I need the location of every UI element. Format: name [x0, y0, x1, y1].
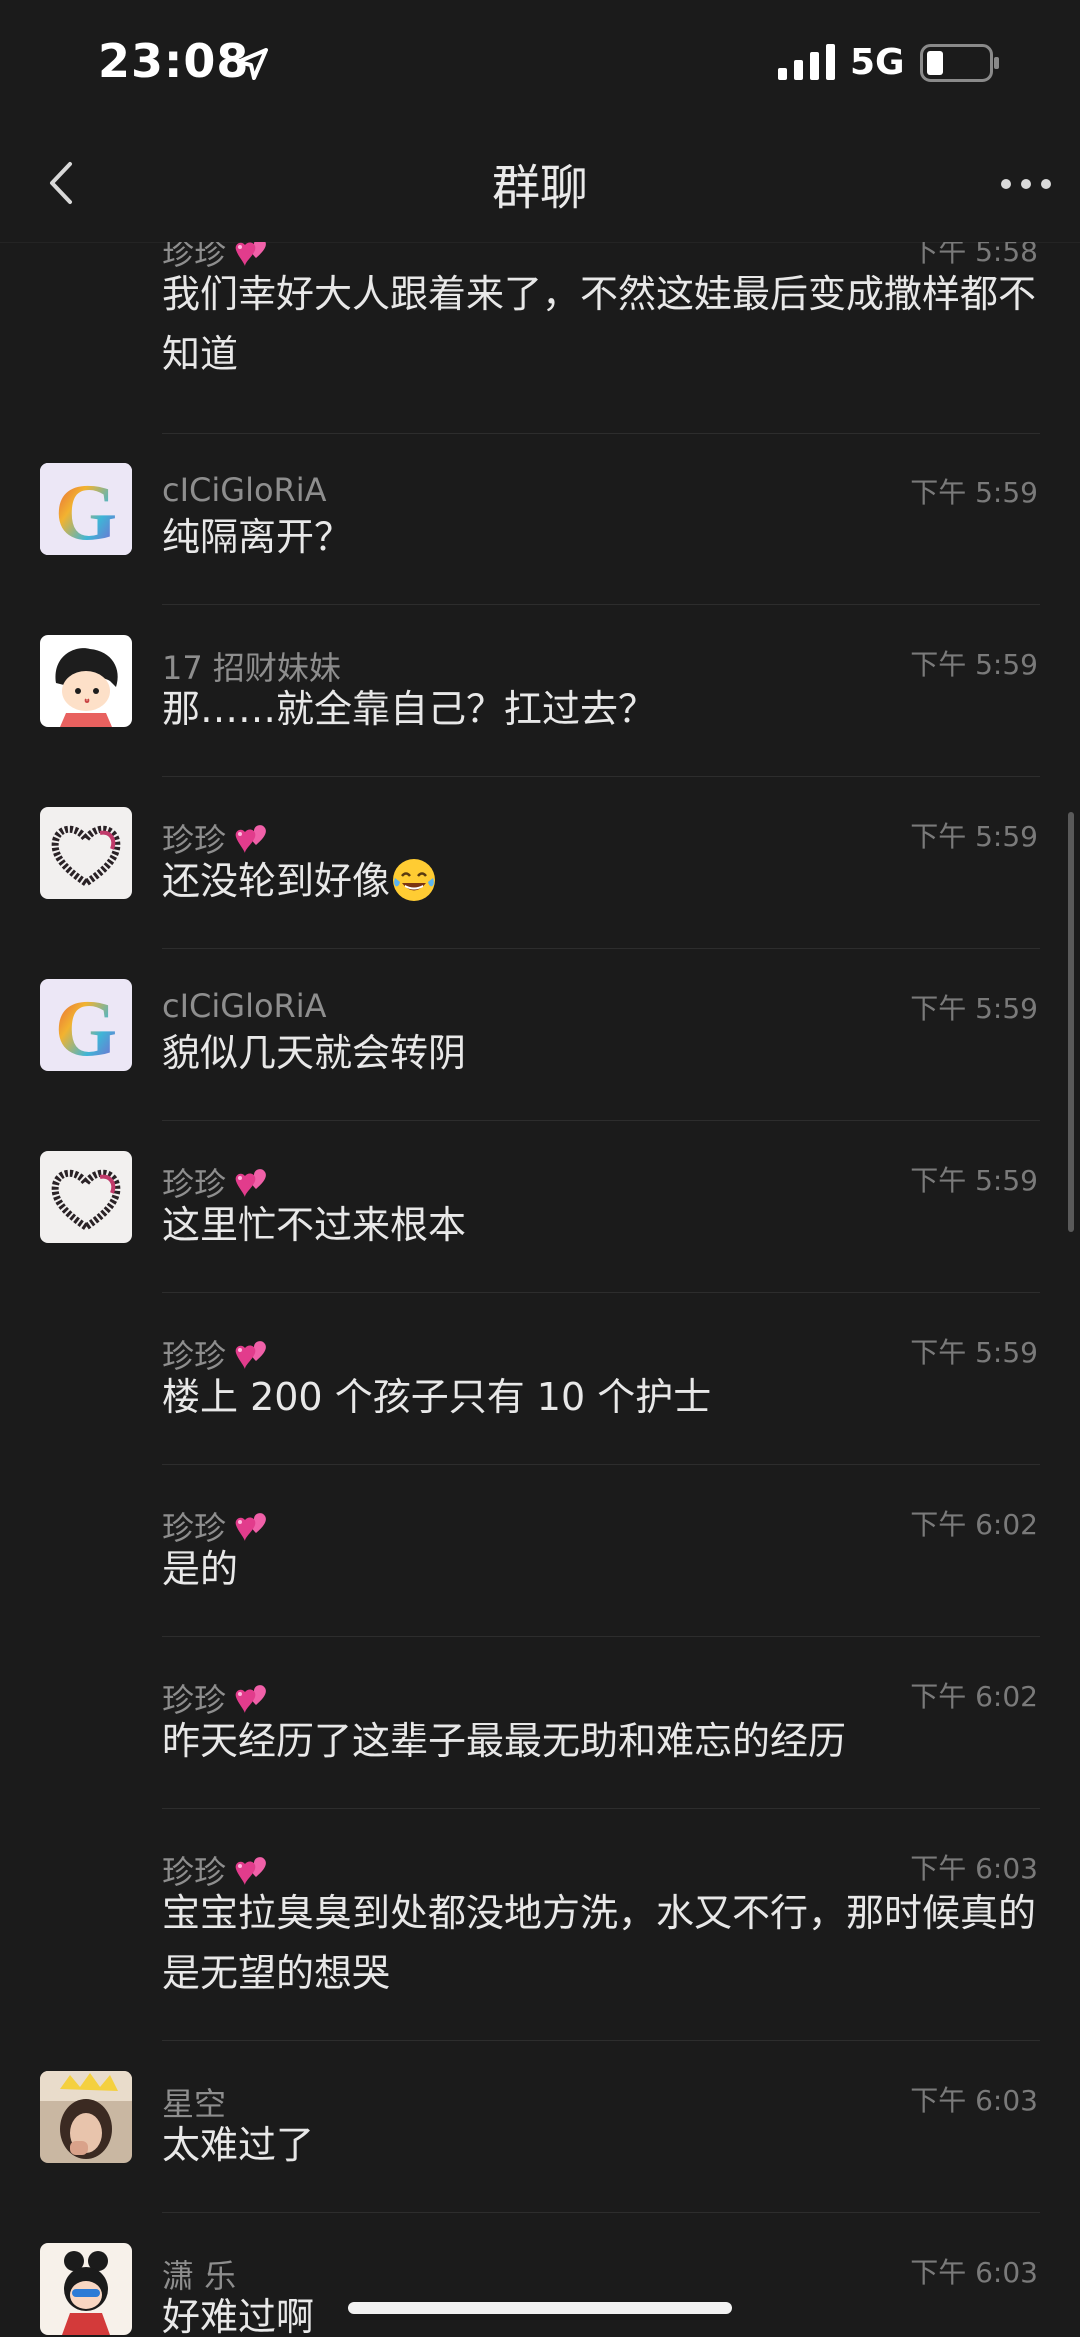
svg-text:G: G: [55, 469, 117, 555]
message-time: 下午 5:59: [910, 1164, 1038, 1197]
location-arrow-icon: [236, 48, 268, 80]
message-text: 是的: [162, 1547, 239, 1591]
sender-name: cICiGloRiA: [162, 987, 327, 1025]
message-text: 我们幸好大人跟着来了，不然这娃最后变成撒样都不知道: [162, 272, 1037, 376]
message-item[interactable]: G cICiGloRiA 下午 5:59 纯隔离开？: [0, 433, 1080, 605]
heart-avatar: [40, 807, 132, 899]
message-list[interactable]: 珍珍 下午 5:58 我们幸好大人跟着来了，不然这娃最后变成撒样都不知道 G c…: [0, 242, 1080, 2337]
avatar[interactable]: [40, 2071, 132, 2163]
avatar[interactable]: [40, 1151, 132, 1243]
message-time: 下午 5:59: [910, 820, 1038, 853]
cartoon-girl-avatar: [40, 635, 132, 727]
chat-screen: 23:08 5G 群聊 珍珍 下午 5:58 我们幸好大人跟着来了，不然这娃最后…: [0, 0, 1080, 2337]
letter-g-avatar: G: [40, 979, 132, 1071]
cartoon-child-avatar: [40, 2243, 132, 2335]
tears-of-joy-emoji-icon: [393, 859, 436, 901]
avatar[interactable]: [40, 807, 132, 899]
nav-bar: 群聊: [0, 128, 1080, 243]
message-text: 楼上 200 个孩子只有 10 个护士: [162, 1375, 712, 1419]
avatar[interactable]: [40, 635, 132, 727]
more-button[interactable]: [994, 154, 1058, 214]
message-time: 下午 6:03: [910, 2256, 1038, 2289]
message-time: 下午 6:02: [910, 1680, 1038, 1713]
message-item[interactable]: 珍珍 下午 6:02 昨天经历了这辈子最最无助和难忘的经历: [0, 1637, 1080, 1809]
photo-avatar: [40, 2071, 132, 2163]
heart-avatar: [40, 1151, 132, 1243]
message-time: 下午 6:03: [910, 1852, 1038, 1885]
message-text: 还没轮到好像: [162, 851, 1042, 911]
message-time: 下午 5:59: [910, 476, 1038, 509]
message-time: 下午 6:03: [910, 2084, 1038, 2117]
scrollbar[interactable]: [1068, 812, 1074, 1232]
sender-name: cICiGloRiA: [162, 471, 327, 509]
avatar[interactable]: G: [40, 463, 132, 555]
message-time: 下午 6:02: [910, 1508, 1038, 1541]
more-dots-icon: [1001, 179, 1051, 189]
message-text: 纯隔离开？: [162, 515, 353, 559]
message-item[interactable]: 珍珍 下午 5:58 我们幸好大人跟着来了，不然这娃最后变成撒样都不知道: [0, 242, 1080, 434]
message-item[interactable]: 17 招财妹妹 下午 5:59 那……就全靠自己？扛过去？: [0, 605, 1080, 777]
message-text: 昨天经历了这辈子最最无助和难忘的经历: [162, 1719, 847, 1763]
message-item[interactable]: 星空 下午 6:03 太难过了: [0, 2041, 1080, 2213]
status-time: 23:08: [98, 34, 250, 88]
page-title: 群聊: [491, 160, 588, 216]
message-item[interactable]: 珍珍 下午 5:59 这里忙不过来根本: [0, 1121, 1080, 1293]
svg-text:G: G: [55, 985, 117, 1071]
battery-icon: [920, 44, 999, 82]
message-time: 下午 5:59: [910, 992, 1038, 1025]
avatar[interactable]: G: [40, 979, 132, 1071]
signal-bars-icon: [778, 44, 835, 80]
message-time: 下午 5:59: [910, 1336, 1038, 1369]
message-text: 太难过了: [162, 2123, 315, 2167]
message-time: 下午 5:59: [910, 648, 1038, 681]
message-item[interactable]: 珍珍 下午 5:59 楼上 200 个孩子只有 10 个护士: [0, 1293, 1080, 1465]
message-text: 那……就全靠自己？扛过去？: [162, 687, 657, 731]
message-item[interactable]: 潇 乐 下午 6:03 好难过啊: [0, 2213, 1080, 2337]
message-item[interactable]: 珍珍 下午 6:03 宝宝拉臭臭到处都没地方洗，水又不行，那时候真的是无望的想哭: [0, 1809, 1080, 2041]
home-indicator[interactable]: [348, 2302, 732, 2314]
message-text: 貌似几天就会转阴: [162, 1031, 467, 1075]
message-item[interactable]: 珍珍 下午 6:02 是的: [0, 1465, 1080, 1637]
network-type: 5G: [850, 42, 905, 83]
message-text: 这里忙不过来根本: [162, 1203, 467, 1247]
message-item[interactable]: 珍珍 下午 5:59 还没轮到好像: [0, 777, 1080, 949]
status-bar: 23:08 5G: [0, 0, 1080, 128]
avatar[interactable]: [40, 2243, 132, 2335]
letter-g-avatar: G: [40, 463, 132, 555]
message-item[interactable]: G cICiGloRiA 下午 5:59 貌似几天就会转阴: [0, 949, 1080, 1121]
message-text: 宝宝拉臭臭到处都没地方洗，水又不行，那时候真的是无望的想哭: [162, 1891, 1037, 1995]
